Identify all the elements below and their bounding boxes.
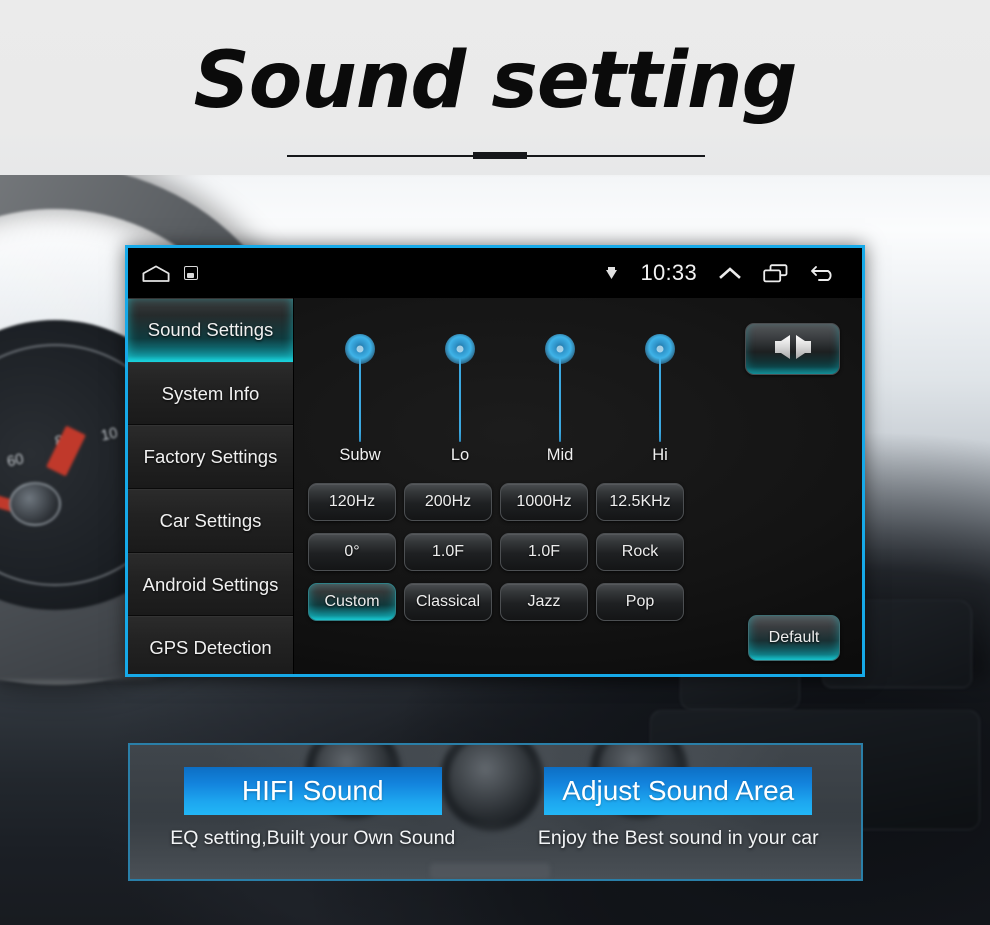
freq-button-120hz[interactable]: 120Hz [308, 483, 396, 521]
slider-lo[interactable]: Lo [410, 316, 510, 478]
equalizer-button-grid: 120Hz 200Hz 1000Hz 12.5KHz 0° 1.0F 1.0F … [308, 483, 700, 621]
sidebar-item-label: Android Settings [142, 573, 279, 595]
page-title: Sound setting [193, 36, 798, 126]
screen-content: Sound Settings System Info Factory Setti… [128, 298, 862, 674]
settings-sidebar: Sound Settings System Info Factory Setti… [128, 298, 294, 674]
cluster-knob [9, 482, 61, 526]
slider-mid[interactable]: Mid [510, 316, 610, 478]
slider-label: Mid [546, 446, 574, 464]
default-button[interactable]: Default [748, 615, 840, 661]
preset-button-pop[interactable]: Pop [596, 583, 684, 621]
home-icon[interactable] [142, 265, 170, 282]
slider-subw[interactable]: Subw [310, 316, 410, 478]
sidebar-item-factory-settings[interactable]: Factory Settings [128, 425, 293, 490]
sidebar-item-android-settings[interactable]: Android Settings [128, 552, 293, 617]
speedometer-tick: 60 [5, 450, 26, 471]
hifi-sound-caption: EQ setting,Built your Own Sound [170, 827, 456, 849]
adjust-sound-area-caption: Enjoy the Best sound in your car [537, 827, 819, 849]
slider-thumb[interactable] [445, 334, 475, 364]
recents-icon[interactable] [763, 263, 788, 283]
slider-thumb[interactable] [545, 334, 575, 364]
slider-hi[interactable]: Hi [610, 316, 710, 478]
hifi-sound-button[interactable]: HIFI Sound [183, 767, 442, 815]
slider-label: Lo [450, 446, 470, 464]
equalizer-sliders: Subw Lo Mid Hi [310, 316, 710, 478]
sidebar-item-label: System Info [161, 382, 260, 404]
sound-settings-panel: Subw Lo Mid Hi 120Hz 200Hz 1000Hz 12.5KH… [294, 298, 862, 674]
slider-label: Hi [652, 446, 668, 464]
title-divider [287, 152, 705, 160]
preset-button-rock[interactable]: Rock [596, 533, 684, 571]
freq-button-1000hz[interactable]: 1000Hz [500, 483, 588, 521]
preset-button-jazz[interactable]: Jazz [500, 583, 588, 621]
feature-hifi-sound: HIFI Sound EQ setting,Built your Own Sou… [130, 745, 496, 879]
page-header: Sound setting [0, 0, 990, 175]
freq-button-12-5khz[interactable]: 12.5KHz [596, 483, 684, 521]
feature-banner: HIFI Sound EQ setting,Built your Own Sou… [128, 743, 863, 881]
slider-label: Subw [339, 446, 381, 464]
phase-button[interactable]: 0° [308, 533, 396, 571]
status-bar-clock: 10:33 [640, 260, 697, 285]
app-square-icon[interactable] [184, 266, 198, 280]
sidebar-item-label: Car Settings [159, 509, 262, 531]
sidebar-item-label: Factory Settings [143, 446, 278, 468]
sidebar-item-label: Sound Settings [147, 318, 274, 340]
preset-button-classical[interactable]: Classical [404, 583, 492, 621]
chevron-up-icon[interactable] [719, 265, 741, 281]
page-root: 10 80 60 40 30 20 Sound setting [0, 0, 990, 925]
sidebar-item-car-settings[interactable]: Car Settings [128, 489, 293, 553]
status-bar-right: 10:33 [605, 260, 846, 286]
slider-thumb[interactable] [645, 334, 675, 364]
freq-button-200hz[interactable]: 200Hz [404, 483, 492, 521]
sidebar-item-label: GPS Detection [149, 637, 272, 659]
sidebar-item-gps-detection[interactable]: GPS Detection [128, 616, 293, 674]
feature-columns: HIFI Sound EQ setting,Built your Own Sou… [130, 745, 861, 879]
speaker-balance-icon [771, 334, 815, 365]
sidebar-item-sound-settings[interactable]: Sound Settings [128, 298, 293, 362]
android-status-bar: 10:33 [128, 248, 862, 298]
divider-accent [473, 152, 527, 159]
q-factor-button-mid[interactable]: 1.0F [500, 533, 588, 571]
adjust-sound-area-button[interactable]: Adjust Sound Area [544, 767, 813, 815]
preset-button-custom[interactable]: Custom [308, 583, 396, 621]
balance-fader-button[interactable] [745, 323, 840, 375]
back-arrow-icon[interactable] [810, 265, 836, 282]
status-bar-left [142, 265, 198, 282]
feature-adjust-sound-area: Adjust Sound Area Enjoy the Best sound i… [496, 745, 862, 879]
head-unit-screen: 10:33 Sound Settings System Info Factory… [125, 245, 865, 677]
slider-thumb[interactable] [345, 334, 375, 364]
q-factor-button-lo[interactable]: 1.0F [404, 533, 492, 571]
signal-icon [605, 266, 618, 281]
speedometer-tick: 10 [99, 424, 120, 445]
sidebar-item-system-info[interactable]: System Info [128, 361, 293, 426]
